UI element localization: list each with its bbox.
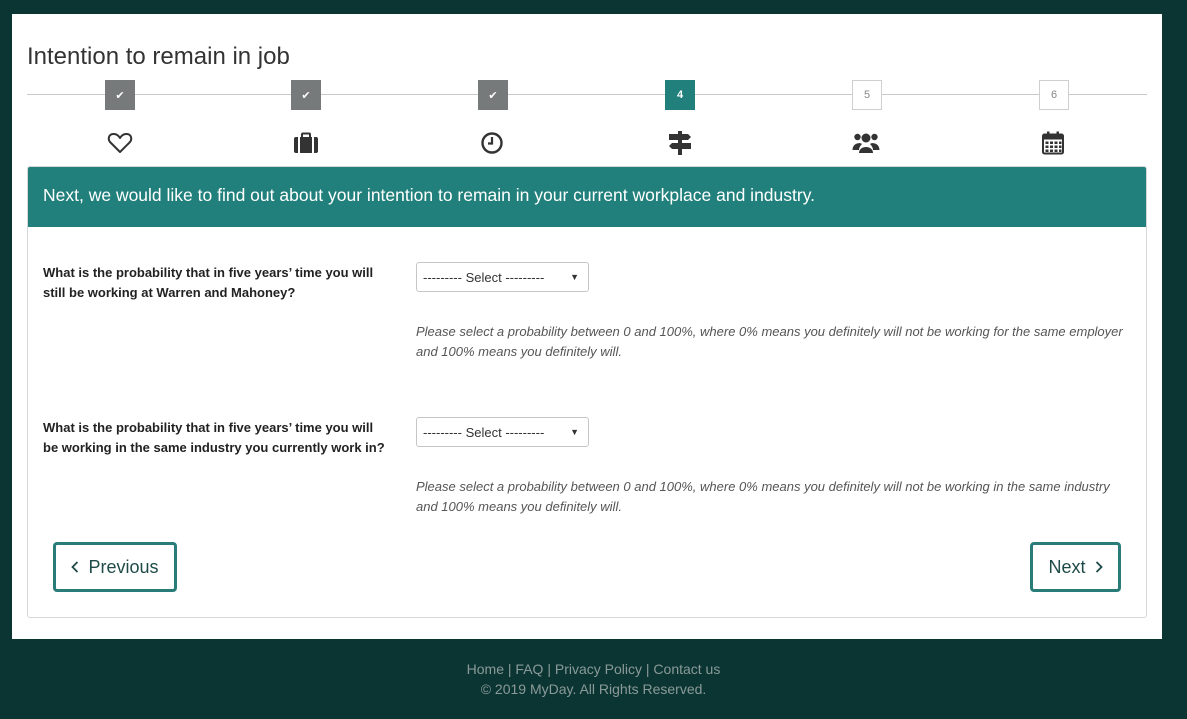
stepper-track bbox=[27, 94, 1147, 95]
step-4-marker: 4 bbox=[665, 80, 695, 110]
briefcase-icon bbox=[292, 129, 320, 157]
clock-icon bbox=[478, 129, 506, 157]
step-1-marker[interactable]: ✔ bbox=[105, 80, 135, 110]
check-icon: ✔ bbox=[115, 89, 125, 102]
page-title: Intention to remain in job bbox=[27, 43, 290, 70]
caret-down-icon: ▼ bbox=[570, 272, 579, 282]
footer-links: Home | FAQ | Privacy Policy | Contact us bbox=[466, 661, 721, 677]
question-1-help: Please select a probability between 0 an… bbox=[416, 324, 1123, 359]
check-icon: ✔ bbox=[301, 89, 311, 102]
footer-link-contact[interactable]: Contact us bbox=[653, 661, 720, 677]
chevron-left-icon bbox=[71, 561, 79, 573]
panel-heading: Next, we would like to find out about yo… bbox=[28, 167, 1146, 227]
chevron-right-icon bbox=[1095, 561, 1103, 573]
footer-copyright: © 2019 MyDay. All Rights Reserved. bbox=[480, 681, 707, 697]
footer-link-faq[interactable]: FAQ bbox=[515, 661, 543, 677]
step-5-marker: 5 bbox=[852, 80, 882, 110]
step-3-marker[interactable]: ✔ bbox=[478, 80, 508, 110]
caret-down-icon: ▼ bbox=[570, 427, 579, 437]
question-2-select[interactable]: --------- Select --------- ▼ bbox=[416, 417, 589, 447]
footer-link-privacy[interactable]: Privacy Policy bbox=[555, 661, 642, 677]
select-value: --------- Select --------- bbox=[423, 269, 545, 285]
previous-button[interactable]: Previous bbox=[53, 542, 177, 592]
survey-page: Intention to remain in job ✔ ✔ ✔ 4 5 6 N… bbox=[12, 14, 1162, 639]
signpost-icon bbox=[666, 129, 694, 157]
next-button[interactable]: Next bbox=[1030, 542, 1121, 592]
select-value: --------- Select --------- bbox=[423, 424, 545, 440]
question-1-label: What is the probability that in five yea… bbox=[43, 265, 374, 300]
calendar-icon bbox=[1039, 129, 1067, 157]
step-6-marker: 6 bbox=[1039, 80, 1069, 110]
footer-link-home[interactable]: Home bbox=[467, 661, 504, 677]
step-2-marker[interactable]: ✔ bbox=[291, 80, 321, 110]
previous-button-label: Previous bbox=[88, 556, 159, 577]
heart-icon bbox=[106, 129, 134, 157]
users-icon bbox=[852, 129, 880, 157]
next-button-label: Next bbox=[1048, 556, 1086, 577]
question-1-select[interactable]: --------- Select --------- ▼ bbox=[416, 262, 589, 292]
question-2-help: Please select a probability between 0 an… bbox=[416, 479, 1110, 514]
question-2-label: What is the probability that in five yea… bbox=[43, 420, 385, 455]
check-icon: ✔ bbox=[488, 89, 498, 102]
question-panel: Next, we would like to find out about yo… bbox=[27, 166, 1147, 618]
